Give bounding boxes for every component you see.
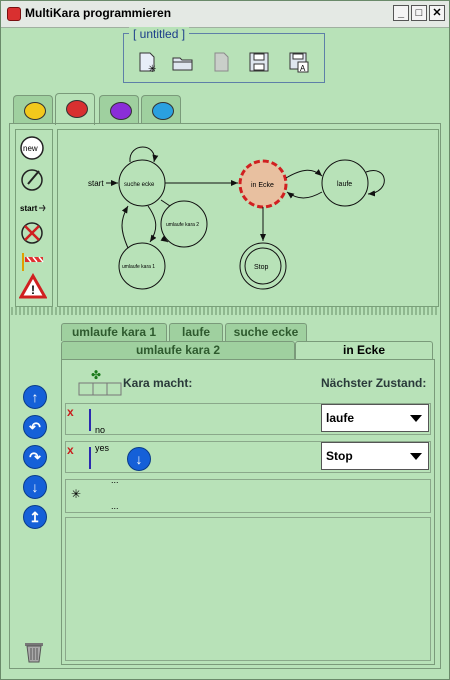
state-stop[interactable]: Stop [239,242,287,290]
save-icon[interactable] [247,50,271,74]
svg-text:in Ecke: in Ecke [251,182,274,189]
open-folder-icon[interactable] [171,50,195,74]
delete-transition-icon[interactable]: x [67,443,74,457]
kara-tab-purple[interactable] [99,95,139,123]
graph-start-label: start [88,179,104,188]
maximize-button[interactable]: □ [411,5,427,21]
chevron-down-icon [410,453,422,460]
next-state-select[interactable]: laufe [321,404,429,432]
new-file-icon[interactable]: ✳ [135,50,159,75]
ladybug-icon [24,102,46,120]
next-state-header: Nächster Zustand: [321,376,427,390]
minimize-button[interactable]: _ [393,5,409,21]
barrier-icon[interactable] [19,247,47,275]
turn-left-icon[interactable]: ↶ [23,415,47,439]
kara-tab-blue[interactable] [141,95,181,123]
condition-bracket [89,447,91,469]
state-graph-canvas[interactable]: start suche ecke in Ecke laufe umlaufe k… [57,129,439,307]
new-state-label: new [23,144,38,153]
svg-text:!: ! [31,283,35,297]
edit-state-icon[interactable] [19,165,47,193]
app-icon [7,7,21,21]
kara-tab-red[interactable] [55,93,95,125]
move-down-icon[interactable]: ↓ [23,475,47,499]
delete-transition-icon[interactable]: x [67,405,74,419]
next-state-value: laufe [326,411,355,425]
svg-text:umlaufe kara 1: umlaufe kara 1 [122,264,155,270]
svg-text:Stop: Stop [254,264,269,271]
window-title: MultiKara programmieren [25,6,172,20]
new-transition-dots: ... [111,475,119,485]
delete-state-icon[interactable] [19,219,47,247]
svg-text:umlaufe kara 2: umlaufe kara 2 [166,222,199,228]
file-name-label: [ untitled ] [129,27,190,41]
svg-text:laufe: laufe [337,181,352,188]
app-window: MultiKara programmieren _ □ ✕ [ untitled… [0,0,450,680]
tab-in-ecke[interactable]: in Ecke [295,341,433,359]
state-suche-ecke[interactable]: suche ecke [118,159,166,207]
transition-drop-area[interactable] [65,517,431,661]
condition-bracket [89,409,91,431]
start-state-label: start [20,204,38,213]
svg-text:A: A [300,64,306,73]
trash-icon[interactable] [23,639,45,663]
turn-right-icon[interactable]: ↷ [23,445,47,469]
new-transition-icon[interactable]: ✳ [71,487,81,501]
state-in-ecke[interactable]: in Ecke [238,159,288,209]
svg-text:✳: ✳ [148,64,156,74]
reload-icon[interactable] [209,50,233,74]
sensor-clover-icon[interactable]: ✤ [77,367,123,397]
tab-umlaufe-kara-2[interactable]: umlaufe kara 2 [61,341,295,359]
state-umlaufe-kara-1[interactable]: umlaufe kara 1 [118,242,166,290]
save-as-icon[interactable]: A [287,50,311,74]
new-state-icon[interactable]: new [19,135,47,163]
tab-suche-ecke[interactable]: suche ecke [225,323,307,341]
kara-action-header: Kara macht: [123,376,193,390]
move-up-icon[interactable]: ↑ [23,385,47,409]
next-state-value: Stop [326,449,353,463]
tab-umlaufe-kara-1[interactable]: umlaufe kara 1 [61,323,167,341]
new-transition-dots: ... [111,501,119,511]
condition-value: yes [95,443,110,453]
svg-text:✤: ✤ [91,368,101,382]
tab-laufe[interactable]: laufe [169,323,223,341]
ladybug-icon [152,102,174,120]
ladybug-icon [110,102,132,120]
step-icon[interactable]: ↥ [23,505,47,529]
ladybug-icon [66,100,88,118]
close-button[interactable]: ✕ [429,5,445,21]
condition-value: no [95,425,106,435]
title-bar: MultiKara programmieren _ □ ✕ [1,1,449,28]
action-move-down-icon[interactable]: ↓ [127,447,151,471]
pane-splitter[interactable] [11,307,439,315]
chevron-down-icon [410,415,422,422]
state-umlaufe-kara-2[interactable]: umlaufe kara 2 [160,200,208,248]
state-laufe[interactable]: laufe [321,159,369,207]
new-transition-row[interactable] [65,479,431,513]
warning-icon[interactable]: ! [18,272,48,301]
svg-text:suche ecke: suche ecke [124,182,155,188]
next-state-select[interactable]: Stop [321,442,429,470]
kara-tab-yellow[interactable] [13,95,53,123]
